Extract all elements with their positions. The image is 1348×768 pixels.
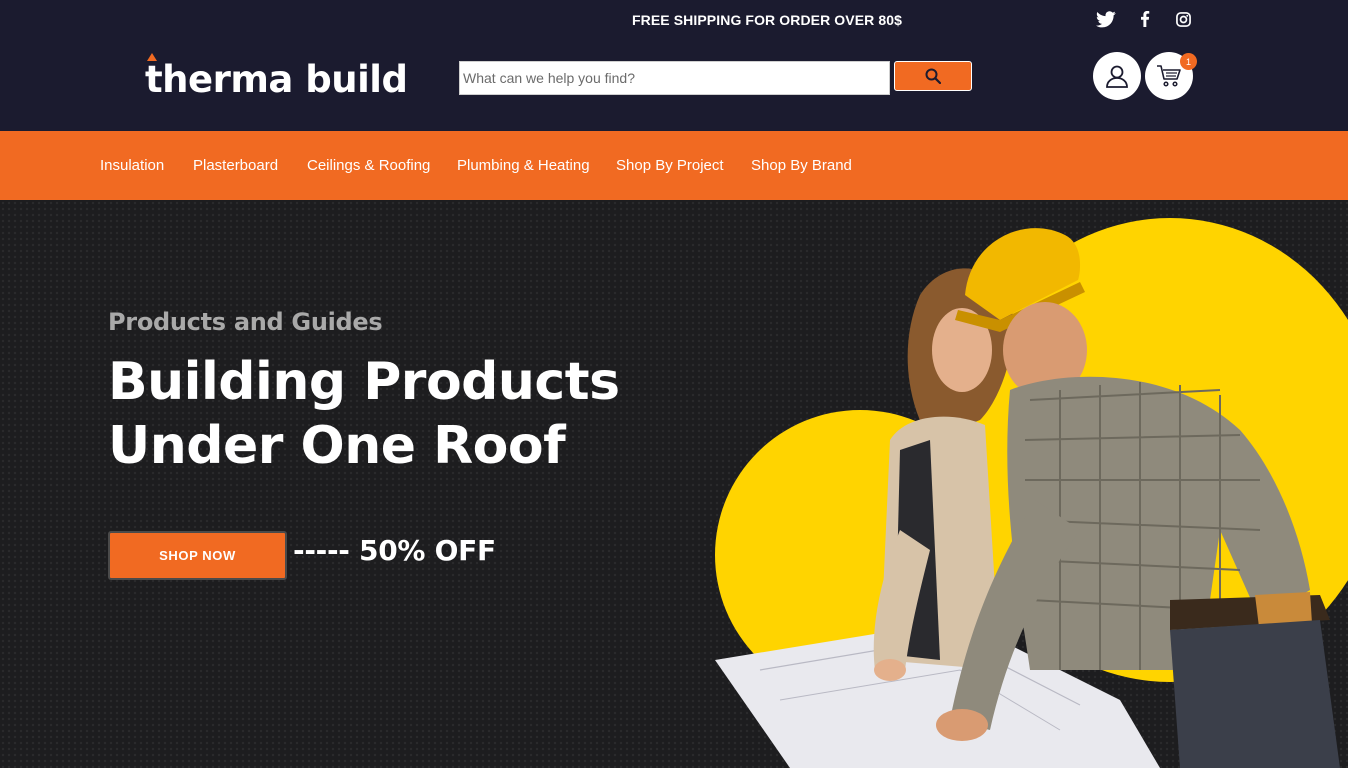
shipping-promo: FREE SHIPPING FOR ORDER OVER 80$	[632, 12, 903, 28]
logo[interactable]: therma build	[145, 53, 408, 101]
main-nav: Insulation Plasterboard Ceilings & Roofi…	[0, 131, 1348, 200]
search-icon	[925, 68, 941, 84]
hero-subtitle: Products and Guides	[108, 308, 383, 336]
instagram-icon[interactable]	[1173, 9, 1193, 29]
hero-title: Building Products Under One Roof	[108, 350, 628, 478]
nav-item-shop-by-project[interactable]: Shop By Project	[616, 157, 724, 174]
nav-item-plumbing-heating[interactable]: Plumbing & Heating	[457, 157, 590, 174]
nav-item-insulation[interactable]: Insulation	[100, 157, 164, 174]
hero-image	[715, 218, 1348, 768]
site-header: FREE SHIPPING FOR ORDER OVER 80$ therma …	[0, 0, 1348, 131]
cart-icon	[1157, 65, 1181, 87]
user-icon	[1106, 65, 1128, 88]
nav-item-shop-by-brand[interactable]: Shop By Brand	[751, 157, 852, 174]
nav-item-plasterboard[interactable]: Plasterboard	[193, 157, 278, 174]
shop-now-button[interactable]: SHOP NOW	[108, 531, 287, 580]
nav-item-ceilings-roofing[interactable]: Ceilings & Roofing	[307, 157, 430, 174]
twitter-icon[interactable]	[1096, 9, 1116, 29]
facebook-icon[interactable]	[1135, 9, 1155, 29]
search-input[interactable]	[459, 61, 890, 95]
hero-banner: Products and Guides Building Products Un…	[0, 200, 1348, 768]
hero-title-line-2: Under One Roof	[108, 416, 566, 476]
discount-text: ----- 50% OFF	[293, 534, 496, 567]
cart-count-badge: 1	[1180, 53, 1197, 70]
hero-title-line-1: Building Products	[108, 352, 620, 412]
logo-roof-mark	[147, 53, 157, 61]
search-button[interactable]	[894, 61, 972, 91]
account-button[interactable]	[1093, 52, 1141, 100]
logo-text: therma build	[145, 58, 408, 101]
